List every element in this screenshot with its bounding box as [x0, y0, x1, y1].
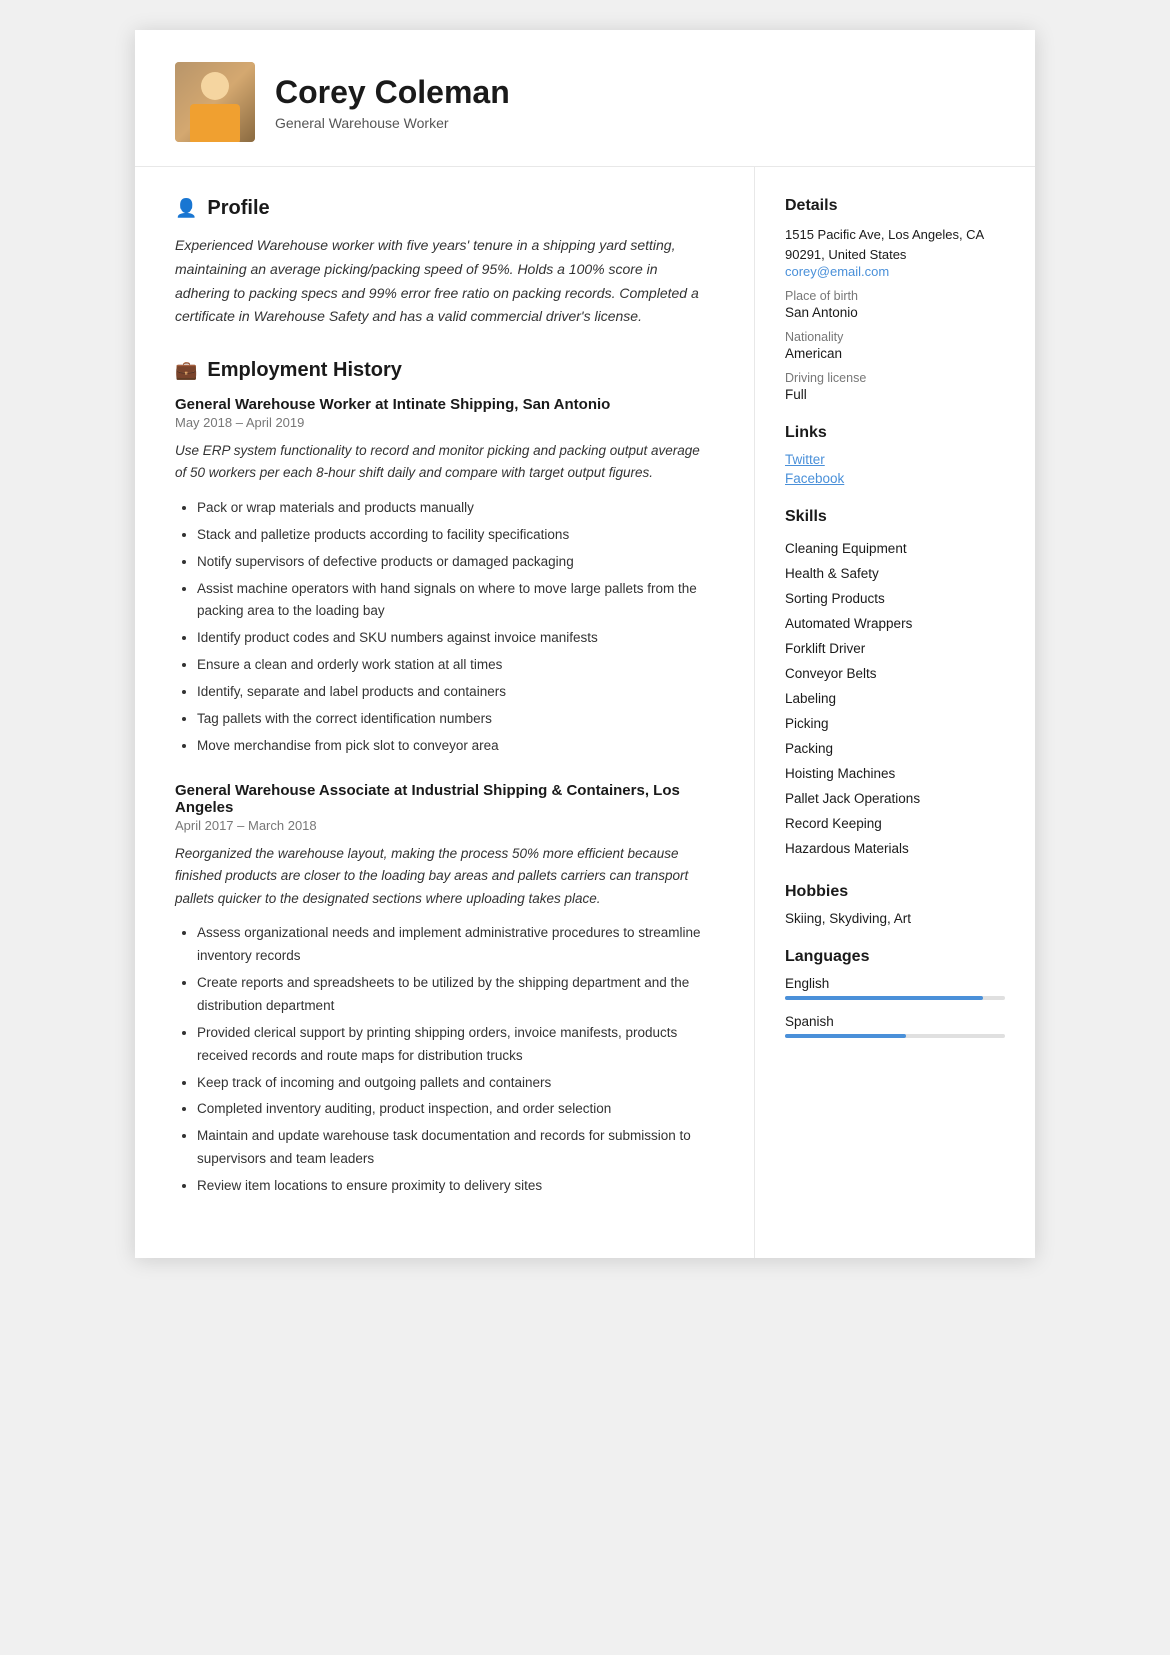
header: Corey Coleman General Warehouse Worker	[135, 30, 1035, 167]
candidate-name: Corey Coleman	[275, 74, 510, 111]
header-info: Corey Coleman General Warehouse Worker	[275, 74, 510, 131]
job-desc-2: Reorganized the warehouse layout, making…	[175, 843, 714, 910]
detail-address: 1515 Pacific Ave, Los Angeles, CA 90291,…	[785, 225, 1005, 264]
candidate-subtitle: General Warehouse Worker	[275, 115, 510, 131]
profile-text: Experienced Warehouse worker with five y…	[175, 234, 714, 329]
employment-title: 💼 Employment History	[175, 359, 714, 382]
hobbies-text: Skiing, Skydiving, Art	[785, 911, 1005, 926]
language-name-english: English	[785, 976, 1005, 991]
job-dates-2: April 2017 – March 2018	[175, 818, 714, 833]
facebook-link[interactable]: Facebook	[785, 471, 1005, 486]
skill-item: Automated Wrappers	[785, 611, 1005, 636]
job-dates-1: May 2018 – April 2019	[175, 415, 714, 430]
details-section: Details 1515 Pacific Ave, Los Angeles, C…	[785, 197, 1005, 402]
job-desc-1: Use ERP system functionality to record a…	[175, 440, 714, 485]
list-item: Tag pallets with the correct identificat…	[197, 708, 714, 731]
hobbies-section: Hobbies Skiing, Skydiving, Art	[785, 883, 1005, 926]
list-item: Assist machine operators with hand signa…	[197, 578, 714, 624]
right-column: Details 1515 Pacific Ave, Los Angeles, C…	[755, 167, 1035, 1258]
skill-item: Hazardous Materials	[785, 836, 1005, 861]
list-item: Ensure a clean and orderly work station …	[197, 654, 714, 677]
twitter-link[interactable]: Twitter	[785, 452, 1005, 467]
language-bar-fill-spanish	[785, 1034, 906, 1038]
left-column: 👤 Profile Experienced Warehouse worker w…	[135, 167, 755, 1258]
list-item: Assess organizational needs and implemen…	[197, 922, 714, 968]
job-title-2: General Warehouse Associate at Industria…	[175, 782, 714, 816]
list-item: Move merchandise from pick slot to conve…	[197, 735, 714, 758]
skill-item: Labeling	[785, 686, 1005, 711]
skill-item: Hoisting Machines	[785, 761, 1005, 786]
language-item-spanish: Spanish	[785, 1014, 1005, 1038]
job-entry-2: General Warehouse Associate at Industria…	[175, 782, 714, 1198]
language-bar-fill-english	[785, 996, 983, 1000]
skills-section: Skills Cleaning Equipment Health & Safet…	[785, 508, 1005, 861]
nationality-label: Nationality	[785, 330, 1005, 344]
list-item: Provided clerical support by printing sh…	[197, 1022, 714, 1068]
nationality-value: American	[785, 346, 1005, 361]
list-item: Review item locations to ensure proximit…	[197, 1175, 714, 1198]
list-item: Notify supervisors of defective products…	[197, 551, 714, 574]
list-item: Maintain and update warehouse task docum…	[197, 1125, 714, 1171]
main-content: 👤 Profile Experienced Warehouse worker w…	[135, 167, 1035, 1258]
skill-item: Record Keeping	[785, 811, 1005, 836]
job-entry-1: General Warehouse Worker at Intinate Shi…	[175, 396, 714, 758]
list-item: Completed inventory auditing, product in…	[197, 1098, 714, 1121]
driving-license-value: Full	[785, 387, 1005, 402]
skill-item: Pallet Jack Operations	[785, 786, 1005, 811]
skills-title: Skills	[785, 508, 1005, 526]
list-item: Stack and palletize products according t…	[197, 524, 714, 547]
languages-section: Languages English Spanish	[785, 948, 1005, 1038]
skill-item: Packing	[785, 736, 1005, 761]
skill-item: Cleaning Equipment	[785, 536, 1005, 561]
driving-license-label: Driving license	[785, 371, 1005, 385]
resume-container: Corey Coleman General Warehouse Worker 👤…	[135, 30, 1035, 1258]
links-section: Links Twitter Facebook	[785, 424, 1005, 486]
profile-title: 👤 Profile	[175, 197, 714, 220]
avatar-image	[175, 62, 255, 142]
language-bar-spanish	[785, 1034, 1005, 1038]
skill-item: Conveyor Belts	[785, 661, 1005, 686]
hobbies-title: Hobbies	[785, 883, 1005, 901]
place-of-birth-value: San Antonio	[785, 305, 1005, 320]
profile-section: 👤 Profile Experienced Warehouse worker w…	[175, 197, 714, 329]
skill-item: Health & Safety	[785, 561, 1005, 586]
list-item: Identify, separate and label products an…	[197, 681, 714, 704]
place-of-birth-label: Place of birth	[785, 289, 1005, 303]
details-title: Details	[785, 197, 1005, 215]
links-title: Links	[785, 424, 1005, 442]
language-bar-english	[785, 996, 1005, 1000]
list-item: Create reports and spreadsheets to be ut…	[197, 972, 714, 1018]
job-title-1: General Warehouse Worker at Intinate Shi…	[175, 396, 714, 413]
avatar	[175, 62, 255, 142]
languages-title: Languages	[785, 948, 1005, 966]
skill-item: Picking	[785, 711, 1005, 736]
skill-item: Sorting Products	[785, 586, 1005, 611]
skill-item: Forklift Driver	[785, 636, 1005, 661]
language-item-english: English	[785, 976, 1005, 1000]
language-name-spanish: Spanish	[785, 1014, 1005, 1029]
list-item: Identify product codes and SKU numbers a…	[197, 627, 714, 650]
list-item: Keep track of incoming and outgoing pall…	[197, 1072, 714, 1095]
job-list-1: Pack or wrap materials and products manu…	[175, 497, 714, 758]
employment-icon: 💼	[175, 360, 197, 381]
detail-email: corey@email.com	[785, 264, 1005, 279]
job-list-2: Assess organizational needs and implemen…	[175, 922, 714, 1198]
profile-icon: 👤	[175, 198, 197, 219]
list-item: Pack or wrap materials and products manu…	[197, 497, 714, 520]
employment-section: 💼 Employment History General Warehouse W…	[175, 359, 714, 1198]
